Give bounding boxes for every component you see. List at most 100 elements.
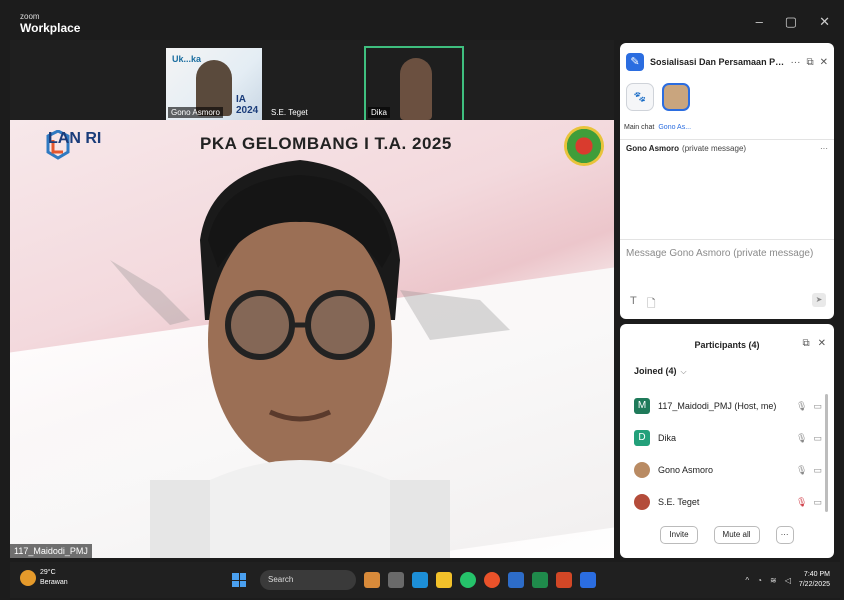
message-input[interactable]: Message Gono Asmoro (private message): [626, 248, 813, 259]
thumbnail-strip: Uk...ka IA 2024 Gono Asmoro S.E. Teget D…: [166, 46, 464, 122]
edge-icon[interactable]: [412, 572, 428, 588]
title-bar: zoom Workplace – ▢ ✕: [10, 6, 840, 40]
file-explorer-icon[interactable]: [436, 572, 452, 588]
chat-header: ✎ Sosialisasi Dan Persamaan Perse... ···…: [626, 51, 828, 73]
compose-tools: T 🗋: [630, 295, 656, 314]
scrollbar[interactable]: [825, 394, 828, 512]
lan-ri-brand: LAN RI: [48, 130, 102, 147]
whatsapp-icon[interactable]: [460, 572, 476, 588]
recipient-labels: Main chat Gono As...: [624, 124, 691, 131]
joined-label: Joined (4): [634, 366, 677, 376]
taskbar-apps: Search: [232, 570, 596, 590]
windows-start-icon[interactable]: [232, 573, 246, 587]
speaker-name-tag: 117_Maidodi_PMJ: [10, 544, 92, 558]
minimize-button[interactable]: –: [756, 14, 763, 30]
participant-row[interactable]: S.E. Teget 🎙 ▭: [634, 486, 822, 518]
weather-widget[interactable]: 29°C Berawan: [20, 568, 68, 588]
thumbnail-logo: Uk...ka: [172, 54, 202, 64]
camera-icon[interactable]: ▭: [813, 401, 822, 412]
microphone-muted-icon[interactable]: 🎙: [796, 497, 807, 508]
pop-out-icon[interactable]: ⧉: [806, 57, 813, 68]
close-icon[interactable]: ✕: [820, 57, 828, 68]
participants-footer: Invite Mute all ···: [620, 526, 834, 544]
weather-icon: [20, 570, 36, 586]
camera-icon[interactable]: ▭: [813, 465, 822, 476]
file-icon[interactable]: 🗋: [647, 295, 656, 314]
video-thumbnail-teget[interactable]: S.E. Teget: [266, 48, 362, 120]
microphone-icon[interactable]: 🎙: [796, 401, 807, 412]
thumbnail-name: Dika: [368, 107, 391, 118]
microphone-icon[interactable]: 🎙: [796, 433, 807, 444]
participant-name: Dika: [658, 433, 677, 443]
pop-out-icon[interactable]: ⧉: [802, 338, 809, 349]
video-thumbnail-dika[interactable]: Dika: [364, 46, 464, 122]
divider: [620, 239, 834, 240]
chat-bubble-icon: ✎: [626, 53, 644, 71]
pm-more-icon[interactable]: ···: [820, 144, 828, 153]
thumbnail-banner: IA 2024: [236, 94, 259, 116]
pm-subtitle: (private message): [682, 144, 747, 153]
pm-recipient-name: Gono Asmoro: [626, 144, 680, 153]
recipient-label: Gono As...: [658, 124, 692, 131]
taskbar-search[interactable]: Search: [260, 570, 356, 590]
recipient-gono-button[interactable]: [662, 83, 690, 111]
private-message-header: Gono Asmoro (private message) ···: [626, 144, 828, 153]
news-app-icon[interactable]: [364, 572, 380, 588]
more-options-icon[interactable]: ···: [790, 57, 800, 68]
wifi-icon[interactable]: ≋: [770, 576, 777, 585]
microphone-icon[interactable]: 🎙: [796, 465, 807, 476]
window-controls: – ▢ ✕: [756, 14, 830, 30]
chevron-up-icon[interactable]: ^: [745, 576, 749, 585]
windows-taskbar: 29°C Berawan Search ^ ◔ ≋ ◁ 7:40 PM 7/22…: [10, 562, 840, 598]
main-chat-button[interactable]: 🐾: [626, 83, 654, 111]
camera-icon[interactable]: ▭: [813, 433, 822, 444]
avatar: [634, 462, 650, 478]
invite-button[interactable]: Invite: [660, 526, 698, 544]
speaker-figure: [150, 160, 450, 558]
participant-video: [400, 58, 432, 120]
chevron-down-icon: ⌵: [680, 367, 687, 376]
chrome-icon[interactable]: [484, 572, 500, 588]
participants-panel: Participants (4) ⧉ ✕ Joined (4) ⌵ M 117_M…: [620, 324, 834, 558]
send-icon[interactable]: ➤: [812, 293, 826, 307]
zoom-app-icon[interactable]: [580, 572, 596, 588]
brand-title: Workplace: [20, 21, 81, 35]
participant-name: 117_Maidodi_PMJ (Host, me): [658, 401, 777, 411]
emblem-icon: [564, 126, 604, 166]
chat-panel: ✎ Sosialisasi Dan Persamaan Perse... ···…: [620, 43, 834, 319]
thumbnail-name: Gono Asmoro: [168, 107, 223, 118]
avatar: M: [634, 398, 650, 414]
word-icon[interactable]: [508, 572, 524, 588]
powerpoint-icon[interactable]: [556, 572, 572, 588]
participant-row[interactable]: Gono Asmoro 🎙 ▭: [634, 454, 822, 486]
mute-all-button[interactable]: Mute all: [713, 526, 760, 544]
participant-name: Gono Asmoro: [658, 465, 714, 475]
camera-icon[interactable]: ▭: [813, 497, 822, 508]
participant-list: M 117_Maidodi_PMJ (Host, me) 🎙 ▭ D Dika 🎙…: [634, 390, 822, 518]
more-options-button[interactable]: ···: [775, 526, 794, 544]
maximize-button[interactable]: ▢: [785, 14, 797, 30]
chat-recipients: 🐾: [626, 83, 690, 111]
main-chat-label: Main chat: [624, 124, 655, 131]
participants-tools: ⧉ ✕: [802, 338, 826, 349]
task-view-icon[interactable]: [388, 572, 404, 588]
main-speaker-video: LAN RI PKA GELOMBANG I T.A. 2025 117_Mai…: [10, 120, 614, 558]
close-button[interactable]: ✕: [819, 14, 830, 30]
clock[interactable]: 7:40 PM 7/22/2025: [799, 570, 830, 590]
system-tray: ^ ◔ ≋ ◁ 7:40 PM 7/22/2025: [745, 570, 830, 590]
volume-icon[interactable]: ◁: [785, 576, 791, 585]
weather-condition: Berawan: [40, 579, 68, 586]
network-icon[interactable]: ◔: [757, 576, 762, 585]
participant-row[interactable]: D Dika 🎙 ▭: [634, 422, 822, 454]
time: 7:40 PM: [803, 571, 830, 578]
excel-icon[interactable]: [532, 572, 548, 588]
zoom-window: zoom Workplace – ▢ ✕ Uk...ka IA 2024 Gon…: [0, 0, 844, 600]
date: 7/22/2025: [798, 581, 830, 588]
participant-row[interactable]: M 117_Maidodi_PMJ (Host, me) 🎙 ▭: [634, 390, 822, 422]
paw-icon: 🐾: [633, 91, 647, 103]
text-format-icon[interactable]: T: [630, 295, 637, 314]
video-thumbnail-gono[interactable]: Uk...ka IA 2024 Gono Asmoro: [166, 48, 262, 120]
avatar: [634, 494, 650, 510]
close-icon[interactable]: ✕: [818, 338, 826, 349]
joined-section-toggle[interactable]: Joined (4) ⌵: [634, 366, 687, 377]
